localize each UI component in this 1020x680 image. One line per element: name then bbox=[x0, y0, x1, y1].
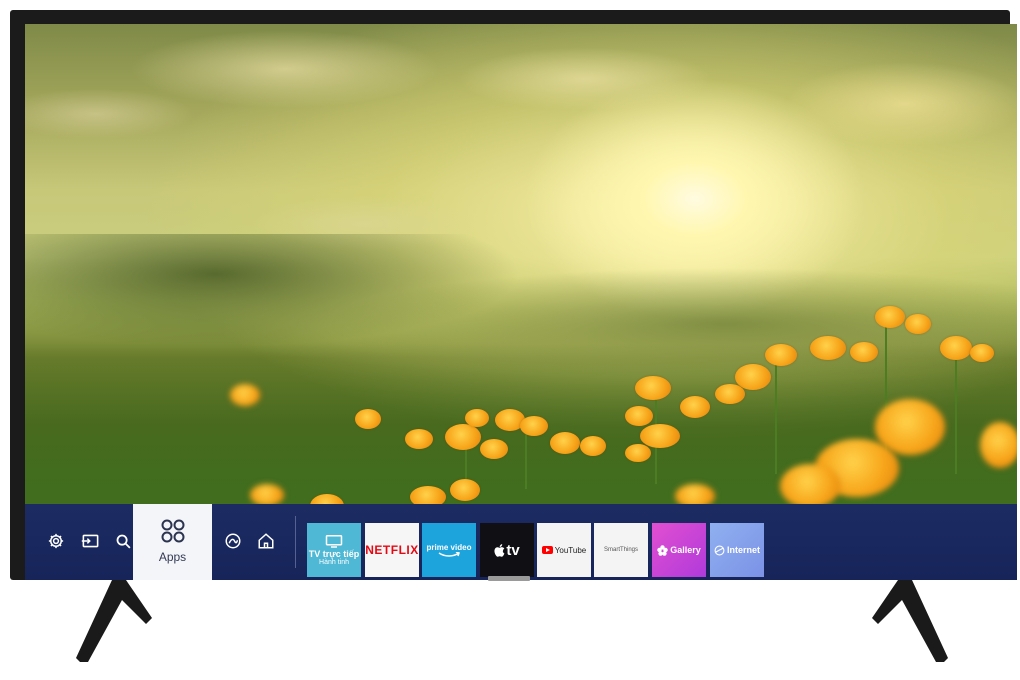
smartthings-label: SmartThings bbox=[603, 547, 638, 553]
tile-youtube[interactable]: YouTube bbox=[537, 523, 591, 577]
globe-icon bbox=[714, 545, 725, 555]
prime-smile-icon bbox=[438, 551, 460, 557]
apps-button[interactable]: Apps bbox=[133, 504, 212, 580]
brand-badge bbox=[488, 576, 530, 581]
apps-grid-icon bbox=[161, 519, 184, 543]
internet-label: Internet bbox=[726, 545, 760, 555]
tv-icon bbox=[325, 535, 343, 548]
youtube-play-icon bbox=[541, 546, 553, 554]
live-tv-subtitle: Hành tinh bbox=[319, 559, 349, 566]
ambient-mode-button[interactable] bbox=[220, 528, 246, 554]
flower-icon bbox=[657, 544, 668, 556]
tile-live-tv[interactable]: TV trực tiếp Hành tinh bbox=[307, 523, 361, 577]
apple-logo-icon bbox=[494, 543, 505, 557]
tv-stand-right bbox=[872, 580, 948, 662]
tile-netflix[interactable]: NETFLIX bbox=[365, 523, 419, 577]
live-tv-title: TV trực tiếp bbox=[308, 549, 360, 559]
tv-bezel: Apps TV trực tiếp Hành tinh NETFLIX prim… bbox=[10, 10, 1017, 581]
apps-label: Apps bbox=[158, 550, 187, 564]
gallery-label: Gallery bbox=[670, 545, 701, 555]
tv-stand-left bbox=[76, 580, 152, 662]
ambient-mode-icon bbox=[225, 533, 241, 549]
tile-internet[interactable]: Internet bbox=[710, 523, 764, 577]
tile-apple-tv[interactable]: tv bbox=[480, 523, 534, 577]
tile-smartthings[interactable]: SmartThings bbox=[594, 523, 648, 577]
gear-icon bbox=[48, 533, 64, 549]
source-input-icon bbox=[81, 534, 98, 548]
smart-hub-bar: Apps TV trực tiếp Hành tinh NETFLIX prim… bbox=[25, 504, 1017, 580]
home-icon bbox=[258, 533, 274, 549]
apple-tv-label: tv bbox=[506, 541, 520, 559]
youtube-label: YouTube bbox=[554, 545, 587, 555]
prime-video-label: prime video bbox=[426, 542, 472, 552]
source-button[interactable] bbox=[77, 528, 103, 554]
hub-divider bbox=[295, 516, 296, 568]
home-button[interactable] bbox=[253, 528, 279, 554]
tile-gallery[interactable]: Gallery bbox=[652, 523, 706, 577]
tv-screen: Apps TV trực tiếp Hành tinh NETFLIX prim… bbox=[25, 24, 1017, 580]
netflix-logo-text: NETFLIX bbox=[365, 543, 419, 557]
tile-prime-video[interactable]: prime video bbox=[422, 523, 476, 577]
search-icon bbox=[116, 534, 131, 549]
settings-button[interactable] bbox=[43, 528, 69, 554]
